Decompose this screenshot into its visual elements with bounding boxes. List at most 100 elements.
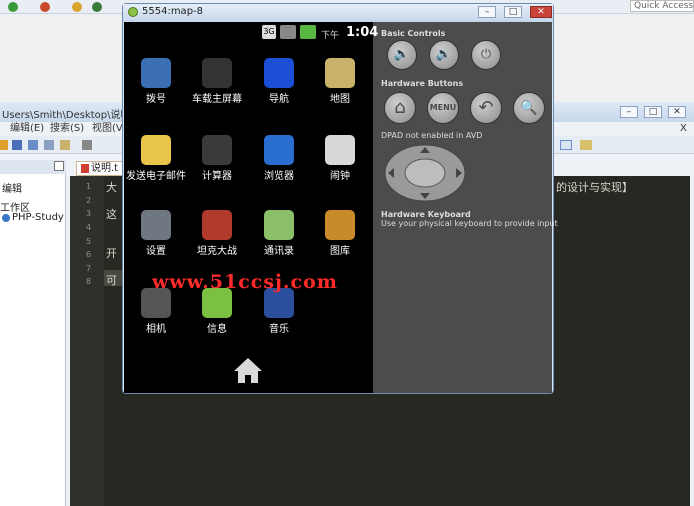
- basic-controls-title: Basic Controls: [381, 29, 446, 38]
- hardware-buttons-title: Hardware Buttons: [381, 79, 464, 88]
- line-number: 5: [86, 237, 92, 246]
- tool-icon[interactable]: [40, 2, 50, 12]
- app-label: 设置: [146, 246, 166, 257]
- print-icon[interactable]: [82, 140, 92, 150]
- dpad-control[interactable]: [384, 143, 466, 203]
- alarm-icon: [325, 135, 355, 165]
- folder-icon[interactable]: [580, 140, 592, 150]
- search-hw-button[interactable]: 🔍: [513, 92, 545, 124]
- quick-access-input[interactable]: Quick Access: [630, 0, 694, 12]
- file-icon: [81, 163, 89, 173]
- battery-icon: [300, 25, 316, 39]
- android-icon: [128, 7, 138, 17]
- calculator-icon: [202, 135, 232, 165]
- home-hw-button[interactable]: ⌂: [384, 92, 416, 124]
- app-label: 拨号: [146, 94, 166, 105]
- app-settings[interactable]: 设置: [125, 210, 187, 258]
- contacts-icon: [264, 210, 294, 240]
- app-messaging[interactable]: 信息: [186, 288, 248, 336]
- app-label: 图库: [330, 246, 350, 257]
- workspace-panel-header: [0, 160, 66, 174]
- code-line: 大: [106, 181, 117, 194]
- menu-edit[interactable]: 编辑(E): [10, 122, 44, 136]
- paste-icon[interactable]: [60, 140, 70, 150]
- ide-minimize-button[interactable]: –: [620, 106, 638, 118]
- app-label: 发送电子邮件: [126, 171, 186, 182]
- volume-down-button[interactable]: 🔈: [387, 40, 417, 70]
- menu-search[interactable]: 搜索(S): [50, 122, 84, 136]
- panel-close-icon[interactable]: [54, 161, 64, 171]
- gallery-icon: [325, 210, 355, 240]
- ide-file-path: Users\Smith\Desktop\说明.t: [2, 110, 138, 121]
- panel-title: 编辑: [2, 184, 22, 195]
- app-label: 浏览器: [264, 171, 294, 182]
- app-browser[interactable]: 浏览器: [248, 135, 310, 183]
- phone-icon: [141, 58, 171, 88]
- line-number: 8: [86, 277, 92, 286]
- volume-down-icon: 🔈: [393, 47, 411, 62]
- app-label: 信息: [207, 324, 227, 335]
- home-icon[interactable]: [233, 356, 263, 384]
- email-icon: [141, 135, 171, 165]
- app-maps[interactable]: 地图: [309, 58, 371, 106]
- save-all-icon[interactable]: [28, 140, 38, 150]
- run-icon[interactable]: [8, 2, 18, 12]
- tree-item-project[interactable]: PHP-Study: [12, 212, 64, 223]
- app-email[interactable]: 发送电子邮件: [125, 135, 187, 183]
- watermark-text: www.51ccsj.com: [152, 271, 338, 293]
- emulator-close-button[interactable]: ✕: [530, 6, 552, 18]
- menu-hw-button[interactable]: MENU: [427, 92, 459, 124]
- line-number: 2: [86, 196, 92, 205]
- tank-icon: [202, 210, 232, 240]
- secondary-close-button[interactable]: X: [680, 122, 687, 136]
- save-icon[interactable]: [12, 140, 22, 150]
- search-hw-icon: 🔍: [520, 100, 538, 116]
- browser-icon: [264, 135, 294, 165]
- clock: 1:04: [346, 25, 379, 40]
- menu-hw-label: MENU: [429, 103, 457, 112]
- app-label: 车载主屏幕: [192, 94, 242, 105]
- app-music[interactable]: 音乐: [248, 288, 310, 336]
- app-label: 地图: [330, 94, 350, 105]
- app-label: 导航: [269, 94, 289, 105]
- refresh-icon[interactable]: [92, 2, 102, 12]
- code-line: 可: [106, 274, 117, 287]
- editor-tab-label: 说明.t: [91, 163, 119, 174]
- line-number: 4: [86, 223, 92, 232]
- volume-up-icon: 🔊: [435, 47, 453, 62]
- menu-view[interactable]: 视图(V: [92, 122, 123, 136]
- app-calculator[interactable]: 计算器: [186, 135, 248, 183]
- code-line: 这: [106, 208, 117, 221]
- back-hw-button[interactable]: ↶: [470, 92, 502, 124]
- emulator-minimize-button[interactable]: –: [478, 6, 496, 18]
- emulator-maximize-button[interactable]: □: [504, 6, 522, 18]
- app-gallery[interactable]: 图库: [309, 210, 371, 258]
- app-label: 坦克大战: [197, 246, 237, 257]
- volume-up-button[interactable]: 🔊: [429, 40, 459, 70]
- app-label: 相机: [146, 324, 166, 335]
- app-label: 闹钟: [330, 171, 350, 182]
- ide-close-button[interactable]: ✕: [668, 106, 686, 118]
- grid-icon[interactable]: [72, 2, 82, 12]
- navigation-icon: [264, 58, 294, 88]
- app-contacts[interactable]: 通讯录: [248, 210, 310, 258]
- power-icon: ⏻: [480, 47, 492, 62]
- dpad-note: DPAD not enabled in AVD: [381, 131, 483, 140]
- keyboard-note: Use your physical keyboard to provide in…: [381, 219, 558, 228]
- code-line-fragment: 的设计与实现】: [556, 181, 633, 194]
- copy-icon[interactable]: [44, 140, 54, 150]
- power-button[interactable]: ⏻: [471, 40, 501, 70]
- app-camera[interactable]: 相机: [125, 288, 187, 336]
- app-label: 计算器: [202, 171, 232, 182]
- app-alarm[interactable]: 闹钟: [309, 135, 371, 183]
- car-home-icon: [202, 58, 232, 88]
- panel-icon[interactable]: [560, 140, 572, 150]
- app-navigation[interactable]: 导航: [248, 58, 310, 106]
- app-phone[interactable]: 拨号: [125, 58, 187, 106]
- ide-maximize-button[interactable]: □: [644, 106, 662, 118]
- clock-ampm: 下午: [321, 31, 340, 41]
- project-icon: [2, 214, 10, 222]
- app-car-home[interactable]: 车载主屏幕: [186, 58, 248, 106]
- app-tank[interactable]: 坦克大战: [186, 210, 248, 258]
- open-icon[interactable]: [0, 140, 8, 150]
